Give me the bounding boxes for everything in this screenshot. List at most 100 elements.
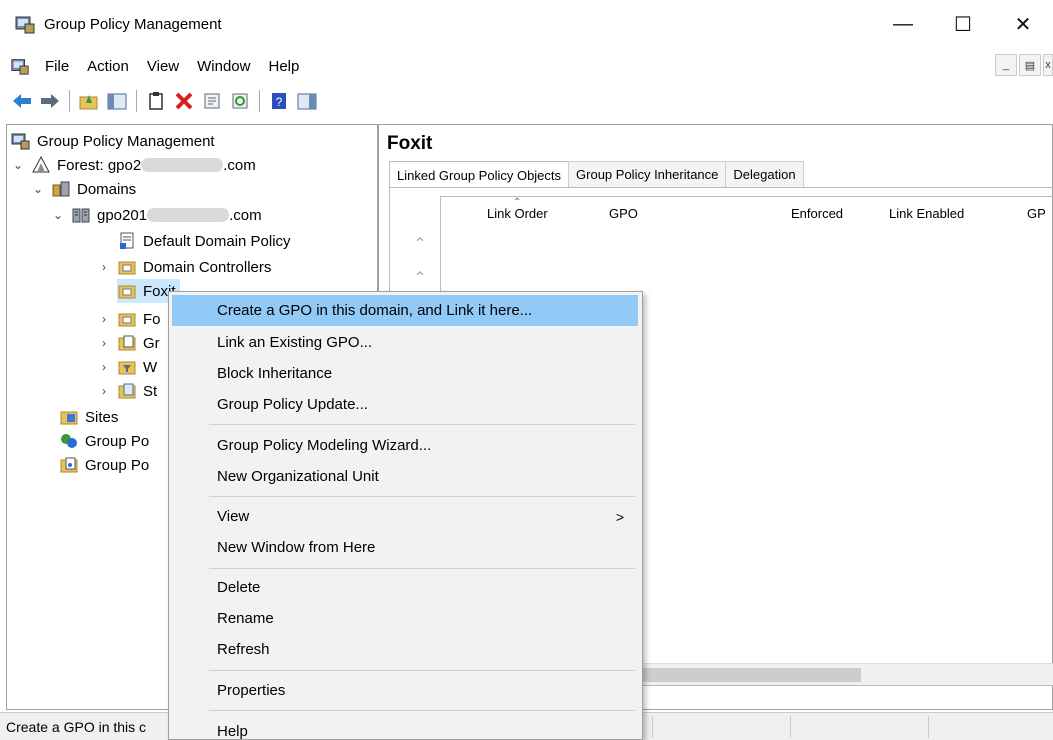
- tree-label: Fo: [143, 282, 161, 300]
- column-gpo[interactable]: GPO: [609, 197, 638, 229]
- tree-item-group-policy-results[interactable]: Group Po: [59, 453, 149, 477]
- tree-item-domains[interactable]: ⌄ Domains: [31, 177, 136, 201]
- chevron-right-icon[interactable]: ›: [97, 260, 111, 274]
- tree-item-sites[interactable]: Sites: [59, 405, 118, 429]
- menu-item-new-ou[interactable]: New Organizational Unit: [172, 461, 638, 492]
- tree-label: .com: [229, 206, 262, 224]
- menu-bar: File Action View Window Help: [0, 48, 1053, 84]
- column-link-order[interactable]: Link Order: [487, 197, 548, 229]
- help-icon[interactable]: ?: [265, 87, 293, 115]
- tree-item-domain-controllers[interactable]: › Domain Controllers: [97, 255, 271, 279]
- maximize-icon[interactable]: ☐: [933, 0, 993, 48]
- menu-item-label: Help: [217, 723, 248, 740]
- menu-action[interactable]: Action: [78, 58, 138, 75]
- mdi-close-icon[interactable]: x: [1043, 54, 1053, 76]
- minimize-icon[interactable]: —: [873, 0, 933, 48]
- mdi-minimize-icon[interactable]: _: [995, 54, 1017, 76]
- properties-icon[interactable]: [198, 87, 226, 115]
- console-icon[interactable]: [10, 56, 30, 76]
- chevron-down-icon[interactable]: ⌄: [51, 208, 65, 222]
- chevron-down-icon[interactable]: ⌄: [11, 158, 25, 172]
- menu-item-delete[interactable]: Delete: [172, 572, 638, 603]
- menu-window[interactable]: Window: [188, 58, 259, 75]
- menu-separator: [209, 710, 635, 711]
- menu-help[interactable]: Help: [259, 58, 308, 75]
- status-text: Create a GPO in this c: [6, 719, 147, 735]
- chevron-right-icon[interactable]: ›: [97, 312, 111, 326]
- column-gpo-status[interactable]: GP: [1027, 197, 1046, 229]
- forward-arrow-icon[interactable]: [36, 87, 64, 115]
- context-menu: Create a GPO in this domain, and Link it…: [168, 291, 643, 740]
- menu-item-modeling-wizard[interactable]: Group Policy Modeling Wizard...: [172, 430, 638, 461]
- up-folder-icon[interactable]: [75, 87, 103, 115]
- tree-label: Domain Controllers: [143, 258, 272, 276]
- tree-label: W: [143, 358, 158, 376]
- delete-icon[interactable]: [170, 87, 198, 115]
- back-arrow-icon[interactable]: [8, 87, 36, 115]
- menu-item-label: Properties: [217, 682, 286, 699]
- mdi-restore-icon[interactable]: ▤: [1019, 54, 1041, 76]
- refresh-icon[interactable]: [226, 87, 254, 115]
- move-up-icon[interactable]: ⌃: [410, 268, 430, 288]
- menu-item-link-existing-gpo[interactable]: Link an Existing GPO...: [172, 327, 638, 358]
- toolbar-divider: [69, 90, 70, 112]
- domain-icon: [72, 208, 90, 223]
- tab-inheritance[interactable]: Group Policy Inheritance: [568, 161, 727, 187]
- window-title: Group Policy Management: [44, 15, 222, 33]
- tree-label: Sites: [85, 408, 119, 426]
- title-bar: Group Policy Management — ☐ ✕: [0, 0, 1053, 48]
- chevron-right-icon: >: [615, 508, 624, 525]
- clipboard-icon[interactable]: [142, 87, 170, 115]
- chevron-right-icon[interactable]: ›: [97, 336, 111, 350]
- tree-item-domain[interactable]: ⌄ gpo201 .com: [51, 203, 262, 227]
- menu-item-refresh[interactable]: Refresh: [172, 634, 638, 665]
- menu-item-view[interactable]: View >: [172, 501, 638, 532]
- column-enforced[interactable]: Enforced: [791, 197, 843, 229]
- menu-separator: [209, 568, 635, 569]
- tree-item-group-policy-modeling[interactable]: Group Po: [59, 429, 149, 453]
- chevron-right-icon[interactable]: ›: [97, 384, 111, 398]
- tree-item-wmi-filters[interactable]: › W: [97, 355, 157, 379]
- menu-item-group-policy-update[interactable]: Group Policy Update...: [172, 389, 638, 420]
- menu-item-rename[interactable]: Rename: [172, 603, 638, 634]
- menu-item-new-window[interactable]: New Window from Here: [172, 532, 638, 563]
- tree-label: Domains: [77, 180, 137, 198]
- menu-item-help[interactable]: Help: [172, 716, 638, 740]
- tree-label: St: [143, 382, 158, 400]
- domains-icon: [52, 181, 70, 197]
- menu-item-label: Group Policy Update...: [217, 396, 368, 413]
- tree-label: Group Po: [85, 456, 150, 474]
- tree-root[interactable]: Group Policy Management: [11, 129, 215, 153]
- menu-item-label: New Window from Here: [217, 539, 376, 556]
- gpo-link-icon: [120, 232, 134, 249]
- tree-item-starter-gpos[interactable]: › St: [97, 379, 157, 403]
- tree-item-forest[interactable]: ⌄ Forest: gpo2 .com: [11, 153, 256, 177]
- menu-item-label: Delete: [217, 579, 261, 596]
- column-link-enabled[interactable]: Link Enabled: [889, 197, 964, 229]
- menu-file[interactable]: File: [36, 58, 78, 75]
- tab-strip: Linked Group Policy Objects Group Policy…: [389, 161, 804, 188]
- chevron-right-icon[interactable]: ›: [97, 360, 111, 374]
- gpmc-icon: [11, 133, 30, 150]
- chevron-down-icon[interactable]: ⌄: [31, 182, 45, 196]
- tree-item-ou[interactable]: › Fo: [97, 307, 161, 331]
- menu-item-create-gpo-link[interactable]: Create a GPO in this domain, and Link it…: [172, 295, 638, 326]
- menu-item-properties[interactable]: Properties: [172, 675, 638, 706]
- show-hide-tree-icon[interactable]: [103, 87, 131, 115]
- move-up-top-icon[interactable]: ⌃: [410, 234, 430, 254]
- toolbar: ?: [0, 84, 1053, 118]
- menu-item-block-inheritance[interactable]: Block Inheritance: [172, 358, 638, 389]
- tree-item-default-domain-policy[interactable]: Default Domain Policy: [117, 229, 291, 253]
- menu-separator: [209, 670, 635, 671]
- status-divider: [928, 716, 929, 738]
- ou-icon: [118, 261, 136, 275]
- tree-item-group-policy-objects[interactable]: › Gr: [97, 331, 160, 355]
- menu-view[interactable]: View: [138, 58, 188, 75]
- close-icon[interactable]: ✕: [993, 0, 1053, 48]
- console-tree-icon[interactable]: [293, 87, 321, 115]
- tab-linked-gpos[interactable]: Linked Group Policy Objects: [389, 161, 570, 188]
- menu-item-label: Create a GPO in this domain, and Link it…: [217, 302, 533, 319]
- results-icon: [60, 457, 78, 473]
- tab-delegation[interactable]: Delegation: [725, 161, 804, 187]
- tree-label: Group Policy Management: [37, 132, 215, 150]
